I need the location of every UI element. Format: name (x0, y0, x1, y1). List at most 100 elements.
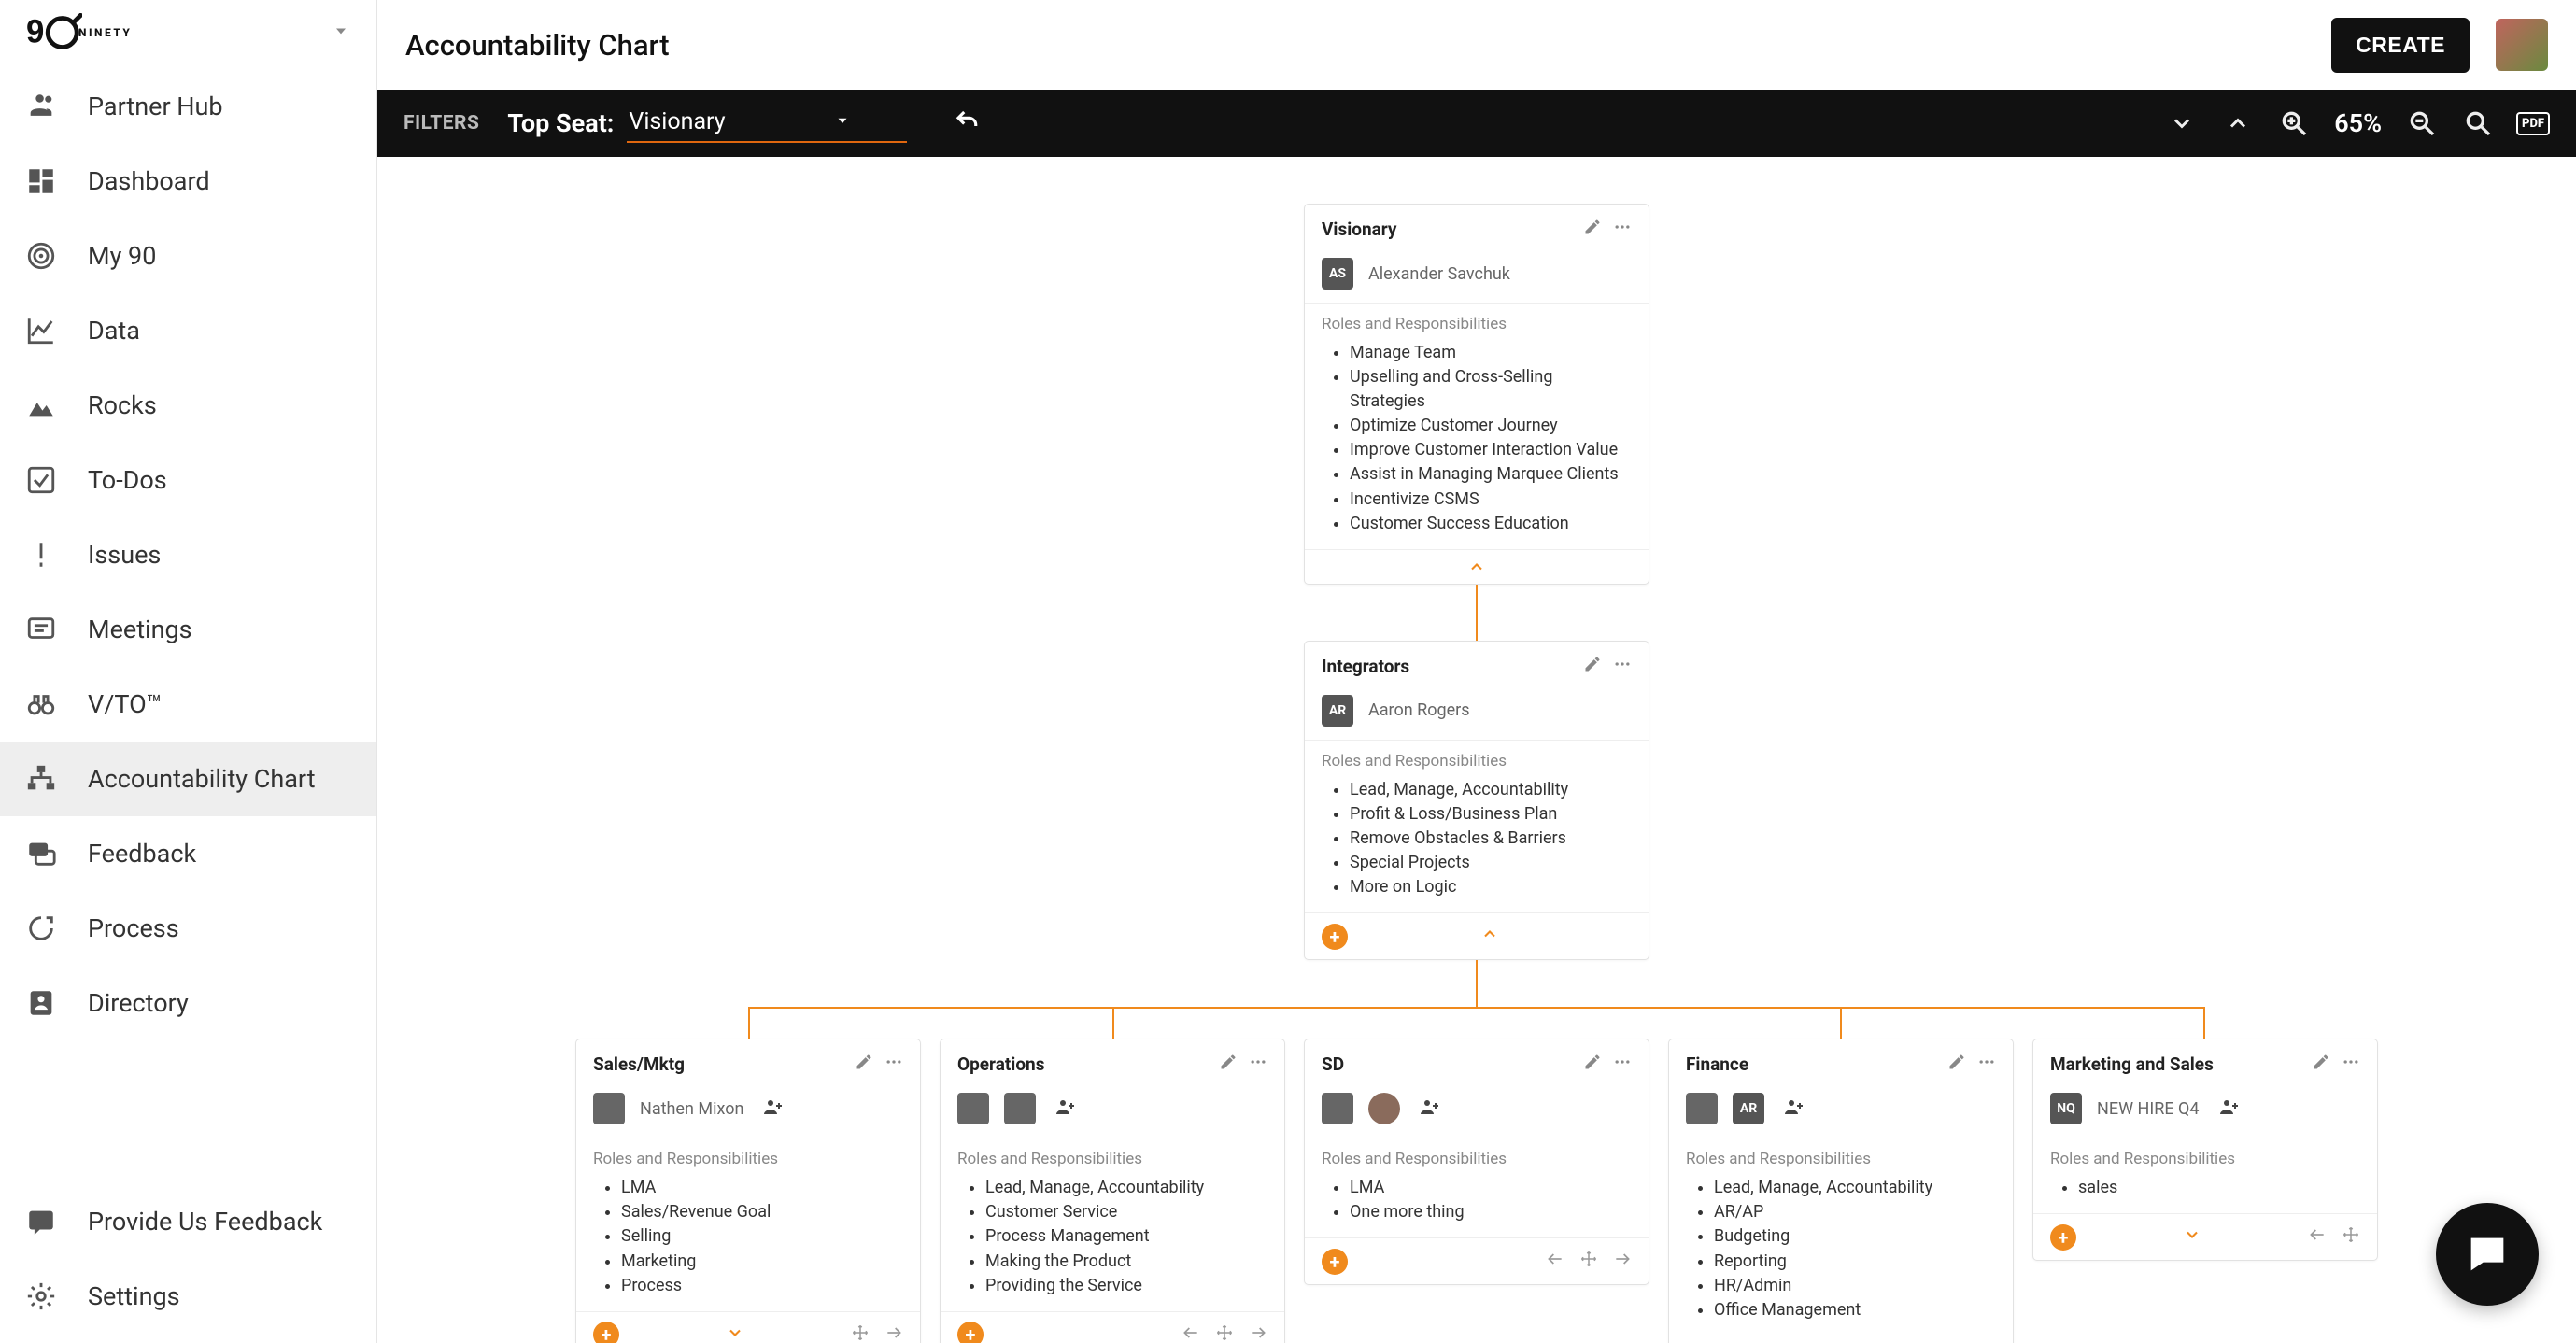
team-switcher[interactable] (332, 21, 350, 44)
more-icon[interactable] (1977, 1053, 1996, 1076)
exclamation-icon (22, 536, 60, 573)
more-icon[interactable] (1613, 218, 1632, 241)
undo-button[interactable] (954, 107, 982, 139)
seat-title: Operations (957, 1053, 1211, 1075)
move-seat-button[interactable] (1579, 1250, 1598, 1273)
roles-label: Roles and Responsibilities (1322, 315, 1632, 333)
add-seat-button[interactable]: + (957, 1322, 984, 1343)
roles-label: Roles and Responsibilities (1322, 752, 1632, 770)
edit-icon[interactable] (855, 1053, 873, 1076)
brand-logo[interactable]: 9 NINETY (26, 13, 132, 52)
role-item: Sales/Revenue Goal (621, 1200, 903, 1224)
seat-card-sd[interactable]: SDRoles and ResponsibilitiesLMAOne more … (1304, 1039, 1649, 1285)
move-left-button[interactable] (2308, 1225, 2327, 1249)
user-avatar[interactable] (2496, 19, 2548, 71)
edit-icon[interactable] (1583, 655, 1602, 678)
move-left-button[interactable] (1182, 1323, 1200, 1343)
chart-canvas[interactable]: Visionary AS Alexander Savchuk Roles and… (377, 157, 2576, 1343)
role-item: Profit & Loss/Business Plan (1350, 802, 1632, 827)
zoom-in-button[interactable] (2276, 106, 2312, 141)
expand-children-button[interactable] (2183, 1225, 2201, 1249)
zoom-level: 65% (2332, 108, 2384, 138)
move-seat-button[interactable] (2342, 1225, 2360, 1249)
edit-icon[interactable] (1219, 1053, 1238, 1076)
add-seat-button[interactable]: + (1322, 1249, 1348, 1275)
more-icon[interactable] (2342, 1053, 2360, 1076)
sidebar-item-accountability-chart[interactable]: Accountability Chart (0, 742, 376, 816)
sidebar-item-my-90[interactable]: My 90 (0, 219, 376, 293)
avatar-initials: NQ (2050, 1093, 2082, 1124)
search-chart-button[interactable] (2460, 106, 2496, 141)
sidebar-item-label: Directory (88, 988, 189, 1018)
move-left-button[interactable] (1546, 1250, 1564, 1273)
seat-card-marketing-sales[interactable]: Marketing and SalesNQNEW HIRE Q4Roles an… (2032, 1039, 2378, 1261)
person-name: Aaron Rogers (1368, 700, 1470, 720)
sidebar-item-settings[interactable]: Settings (0, 1259, 376, 1334)
more-icon[interactable] (885, 1053, 903, 1076)
role-item: Improve Customer Interaction Value (1350, 438, 1632, 462)
sidebar-item-vto[interactable]: V/TO™ (0, 667, 376, 742)
add-person-icon[interactable] (1783, 1096, 1805, 1123)
avatar-image (957, 1093, 989, 1124)
seat-card-operations[interactable]: OperationsRoles and ResponsibilitiesLead… (940, 1039, 1285, 1343)
add-person-icon[interactable] (1054, 1096, 1077, 1123)
person-name: NEW HIRE Q4 (2097, 1099, 2200, 1119)
sidebar-item-rocks[interactable]: Rocks (0, 368, 376, 443)
sidebar-item-directory[interactable]: Directory (0, 966, 376, 1040)
avatar-initials: AR (1322, 695, 1353, 727)
sidebar-item-label: Meetings (88, 615, 192, 644)
role-item: More on Logic (1350, 875, 1632, 899)
sidebar-item-provide-feedback[interactable]: Provide Us Feedback (0, 1184, 376, 1259)
chat-icon (22, 611, 60, 648)
sidebar-item-partner-hub[interactable]: Partner Hub (0, 69, 376, 144)
move-seat-button[interactable] (851, 1323, 870, 1343)
add-person-icon[interactable] (762, 1096, 785, 1123)
seat-card-sales-mktg[interactable]: Sales/MktgNathen MixonRoles and Responsi… (575, 1039, 921, 1343)
sidebar-item-label: Issues (88, 540, 161, 570)
move-right-button[interactable] (1613, 1250, 1632, 1273)
more-icon[interactable] (1613, 655, 1632, 678)
seat-card-integrator[interactable]: Integrators AR Aaron Rogers Roles and Re… (1304, 641, 1649, 960)
sidebar-item-issues[interactable]: Issues (0, 517, 376, 592)
role-item: Optimize Customer Journey (1350, 414, 1632, 438)
seat-card-visionary[interactable]: Visionary AS Alexander Savchuk Roles and… (1304, 204, 1649, 585)
sidebar-item-process[interactable]: Process (0, 891, 376, 966)
export-pdf-button[interactable]: PDF (2516, 112, 2550, 135)
add-person-icon[interactable] (2218, 1096, 2241, 1123)
edit-icon[interactable] (2312, 1053, 2330, 1076)
seat-card-finance[interactable]: FinanceARRoles and ResponsibilitiesLead,… (1668, 1039, 2014, 1343)
sidebar-item-feedback[interactable]: Feedback (0, 816, 376, 891)
create-button[interactable]: CREATE (2331, 18, 2470, 73)
more-icon[interactable] (1613, 1053, 1632, 1076)
zoom-out-button[interactable] (2404, 106, 2440, 141)
add-seat-button[interactable]: + (593, 1322, 619, 1343)
move-seat-button[interactable] (1215, 1323, 1234, 1343)
more-icon[interactable] (1249, 1053, 1267, 1076)
role-item: Remove Obstacles & Barriers (1350, 827, 1632, 851)
edit-icon[interactable] (1583, 1053, 1602, 1076)
move-right-button[interactable] (885, 1323, 903, 1343)
sidebar-item-meetings[interactable]: Meetings (0, 592, 376, 667)
edit-icon[interactable] (1583, 218, 1602, 241)
sidebar-item-data[interactable]: Data (0, 293, 376, 368)
add-seat-button[interactable]: + (1322, 924, 1348, 950)
edit-icon[interactable] (1947, 1053, 1966, 1076)
sidebar-item-dashboard[interactable]: Dashboard (0, 144, 376, 219)
collapse-children-button[interactable] (1480, 925, 1499, 948)
add-seat-button[interactable]: + (2050, 1224, 2076, 1251)
role-item: Reporting (1714, 1250, 1996, 1274)
sidebar-item-to-dos[interactable]: To-Dos (0, 443, 376, 517)
avatar-image (1004, 1093, 1036, 1124)
add-person-icon[interactable] (1419, 1096, 1441, 1123)
role-item: Making the Product (985, 1250, 1267, 1274)
avatar-initials: AR (1733, 1093, 1764, 1124)
collapse-children-button[interactable] (1305, 549, 1649, 584)
intercom-launcher[interactable] (2436, 1203, 2539, 1306)
expand-all-button[interactable] (2220, 106, 2256, 141)
top-seat-select[interactable]: Visionary (627, 105, 907, 143)
contacts-icon (22, 984, 60, 1022)
seat-title: Marketing and Sales (2050, 1053, 2304, 1075)
expand-children-button[interactable] (726, 1323, 744, 1343)
collapse-all-button[interactable] (2164, 106, 2200, 141)
move-right-button[interactable] (1249, 1323, 1267, 1343)
